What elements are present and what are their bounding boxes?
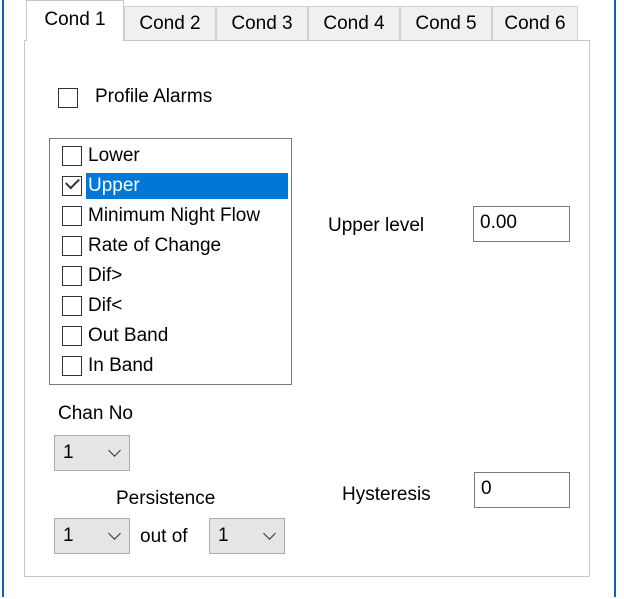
checkmark-icon [65, 174, 80, 190]
lower-checkbox[interactable] [62, 146, 82, 166]
list-item-in-band[interactable]: In Band [50, 351, 290, 381]
list-item-dif-greater[interactable]: Dif> [50, 261, 290, 291]
hysteresis-label: Hysteresis [342, 484, 431, 505]
chevron-down-icon [263, 527, 276, 540]
list-item-label: Minimum Night Flow [88, 205, 261, 226]
out-of-value: 1 [218, 525, 229, 546]
out-of-select[interactable]: 1 [209, 518, 285, 554]
chevron-down-icon [108, 444, 121, 457]
profile-alarms-checkbox[interactable] [58, 88, 78, 108]
list-item-label: Dif< [88, 295, 123, 316]
upper-level-input[interactable]: 0.00 [473, 206, 570, 242]
dif-greater-checkbox[interactable] [62, 266, 82, 286]
out-of-label: out of [140, 526, 188, 547]
dif-less-checkbox[interactable] [62, 296, 82, 316]
profile-alarms-label: Profile Alarms [95, 86, 213, 107]
hysteresis-input[interactable]: 0 [474, 472, 570, 508]
chan-no-value: 1 [63, 442, 74, 463]
list-item-label: Dif> [88, 265, 123, 286]
list-item-rate-of-change[interactable]: Rate of Change [50, 231, 290, 261]
chan-no-select[interactable]: 1 [54, 435, 130, 471]
minimum-night-flow-checkbox[interactable] [62, 206, 82, 226]
list-item-label: Lower [88, 145, 140, 166]
list-item-minimum-night-flow[interactable]: Minimum Night Flow [50, 201, 290, 231]
upper-level-label: Upper level [328, 215, 425, 236]
list-item-label: Rate of Change [88, 235, 222, 256]
alarm-type-list[interactable]: Lower Upper Minimum Night Flow Rate of C… [49, 138, 292, 385]
rate-of-change-checkbox[interactable] [62, 236, 82, 256]
persistence-select[interactable]: 1 [54, 518, 130, 554]
chevron-down-icon [108, 527, 121, 540]
out-band-checkbox[interactable] [62, 326, 82, 346]
persistence-value: 1 [63, 525, 74, 546]
in-band-checkbox[interactable] [62, 356, 82, 376]
persistence-label: Persistence [116, 488, 216, 509]
list-item-label: Out Band [88, 325, 169, 346]
upper-checkbox[interactable] [62, 174, 82, 196]
list-item-lower[interactable]: Lower [50, 141, 290, 171]
chan-no-label: Chan No [58, 403, 133, 424]
list-item-label: In Band [88, 355, 154, 376]
list-item-upper[interactable]: Upper [50, 171, 290, 201]
list-item-out-band[interactable]: Out Band [50, 321, 290, 351]
list-item-label: Upper [86, 173, 288, 199]
list-item-dif-less[interactable]: Dif< [50, 291, 290, 321]
